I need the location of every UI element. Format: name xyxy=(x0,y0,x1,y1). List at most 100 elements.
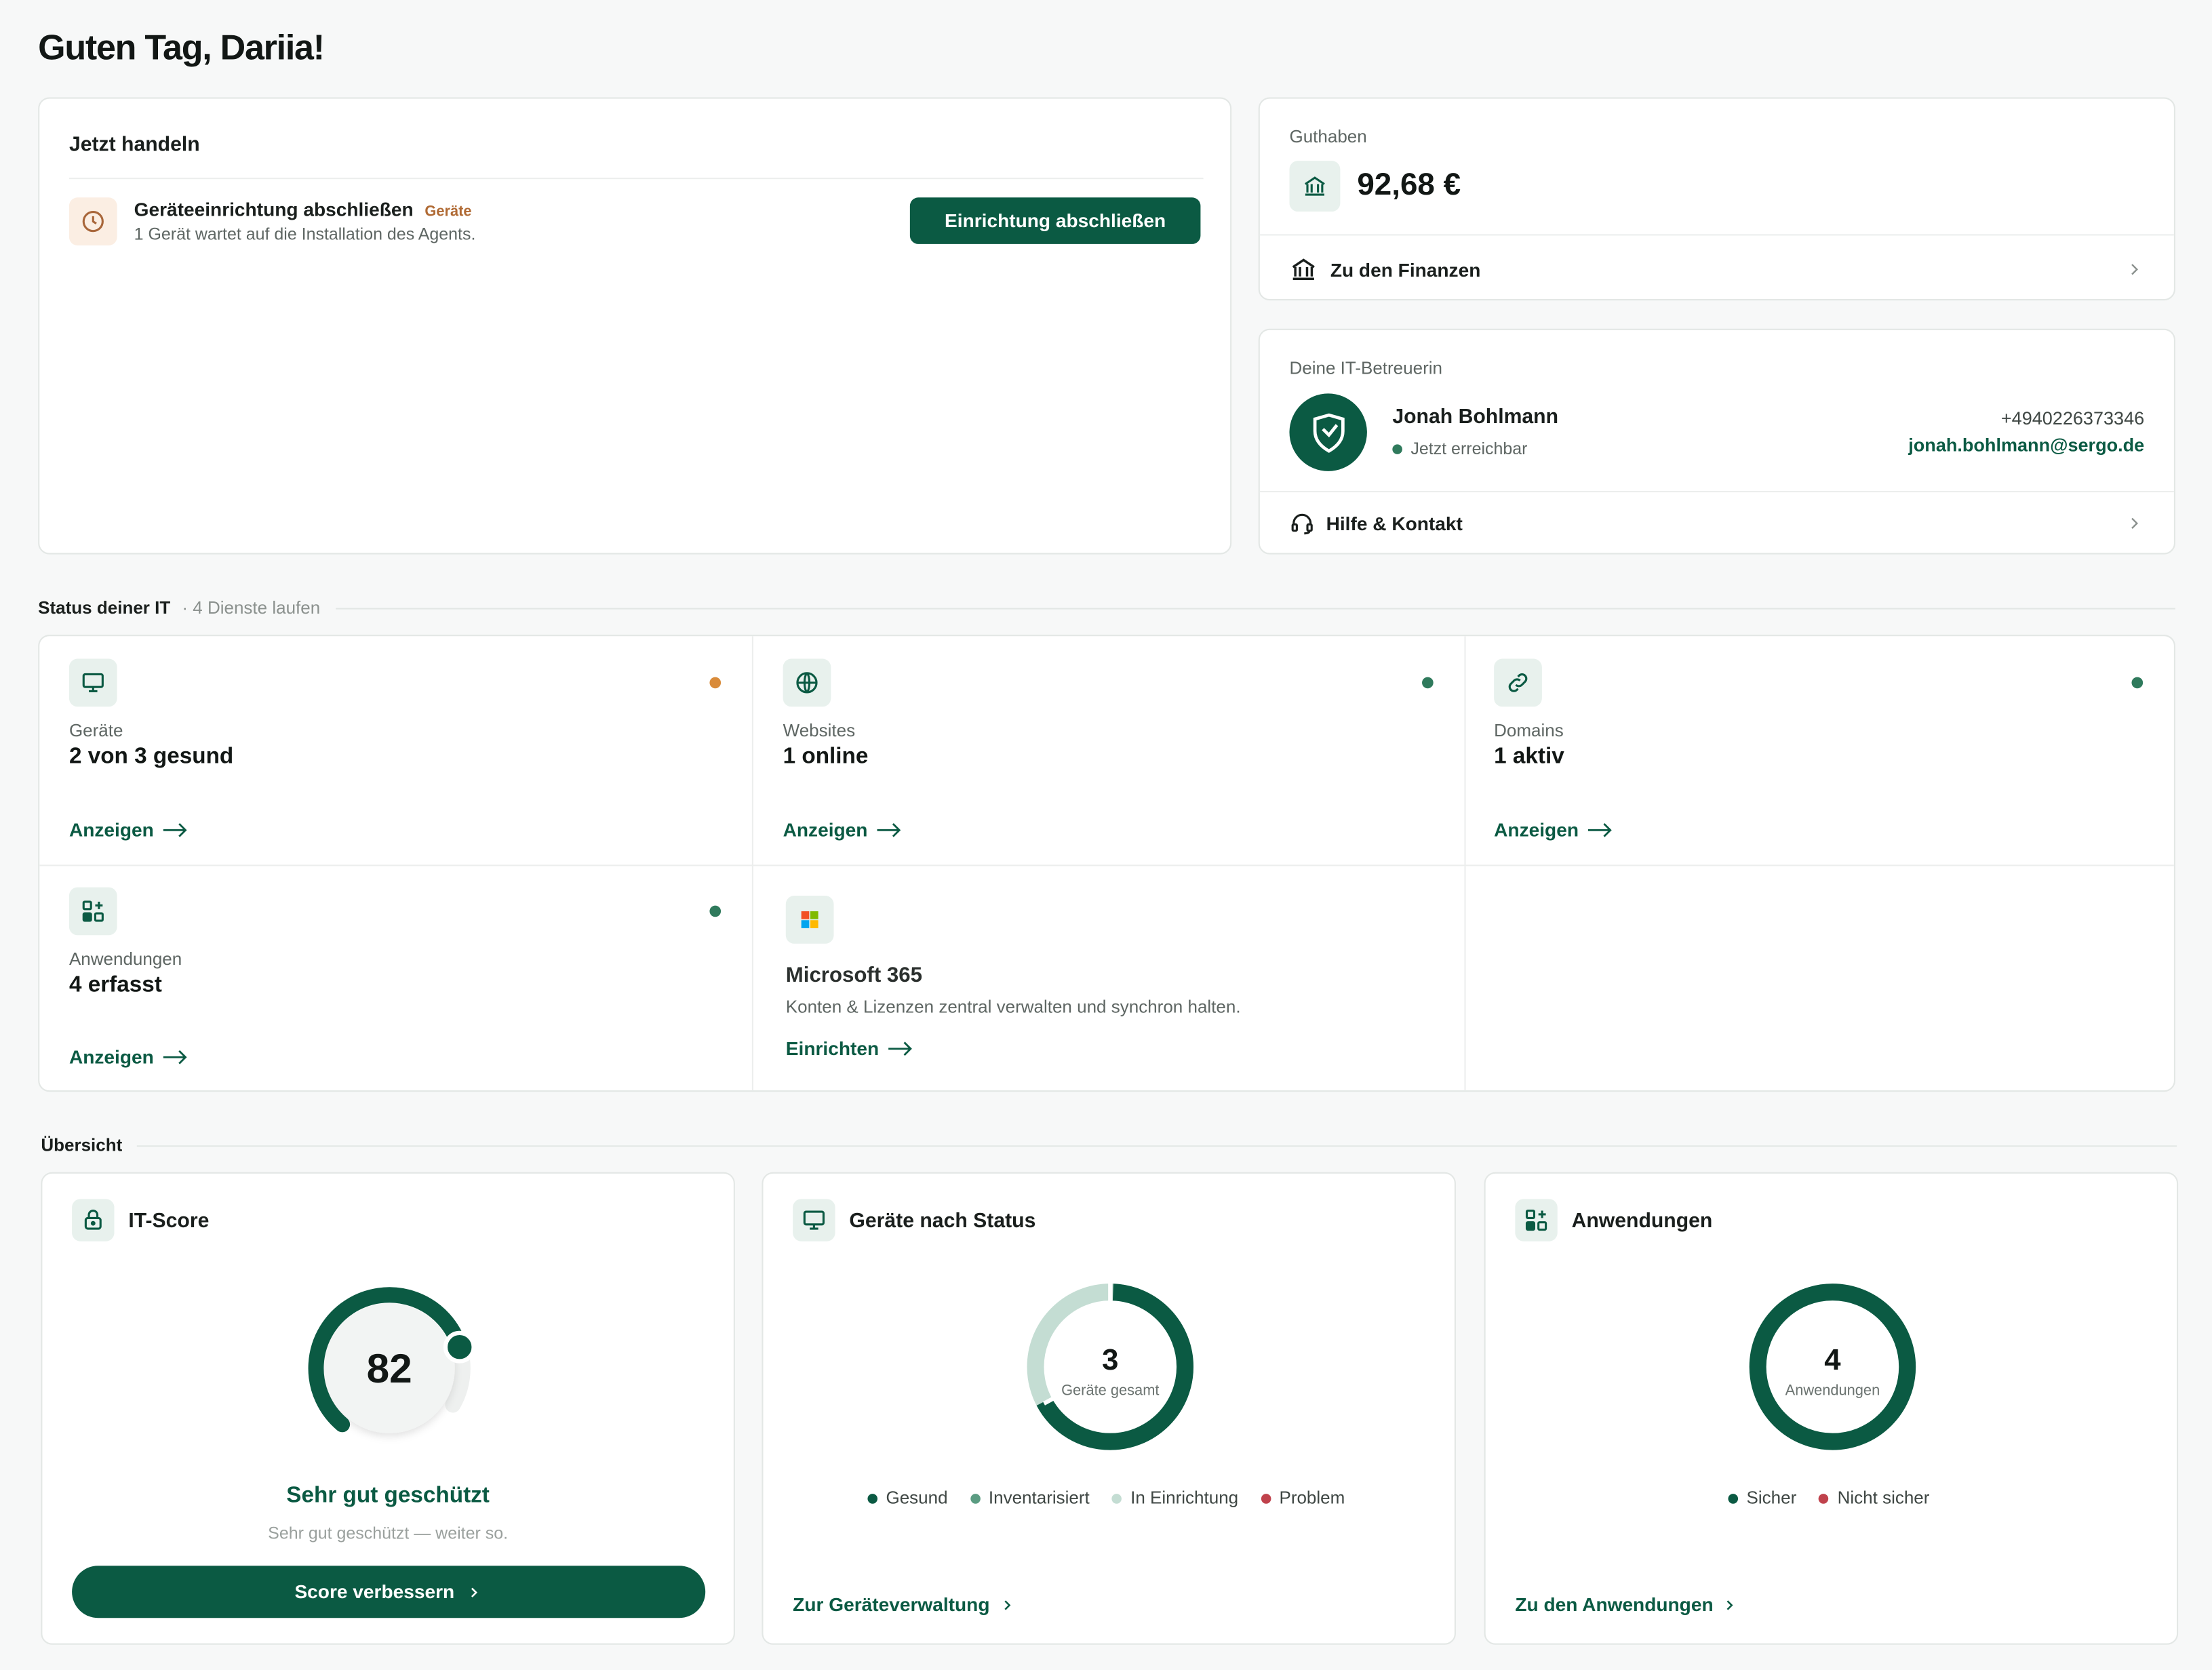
monitor-icon xyxy=(68,658,117,707)
arrow-right-icon xyxy=(163,822,187,837)
greeting-heading: Guten Tag, Dariia! xyxy=(38,28,325,68)
link-label: Anzeigen xyxy=(68,819,154,841)
apps-total-label: Anwendungen xyxy=(1785,1382,1880,1399)
improve-score-label: Score verbessern xyxy=(294,1581,455,1603)
divider xyxy=(68,178,1204,180)
headset-icon xyxy=(1289,511,1314,536)
action-card-title: Jetzt handeln xyxy=(68,134,200,157)
it-score-card: IT-Score 82 Sehr gut geschützt Sehr gut … xyxy=(41,1172,735,1645)
status-dot-ok xyxy=(2131,677,2144,689)
websites-show-link[interactable]: Anzeigen xyxy=(783,820,902,841)
score-note: Sehr gut geschützt — weiter so. xyxy=(268,1523,509,1543)
status-grid: Geräte 2 von 3 gesund Anzeigen Websites … xyxy=(38,635,2175,1092)
apps-donut: 4 Anwendungen xyxy=(1749,1284,1916,1450)
devices-total-label: Geräte gesamt xyxy=(1061,1382,1159,1399)
section-divider xyxy=(336,608,2175,610)
finance-link-label: Zu den Finanzen xyxy=(1330,258,1481,280)
tile-label: Geräte xyxy=(68,721,123,741)
score-verdict: Sehr gut geschützt xyxy=(286,1484,490,1508)
arrow-right-icon xyxy=(163,1050,187,1065)
devices-legend: Gesund Inventarisiert In Einrichtung Pro… xyxy=(867,1488,1345,1508)
divider xyxy=(1259,490,2174,493)
link-label: Anzeigen xyxy=(783,819,868,841)
legend-item: In Einrichtung xyxy=(1112,1488,1238,1508)
action-item-title: Geräteeinrichtung abschließen xyxy=(134,199,414,220)
legend-item: Gesund xyxy=(867,1488,948,1508)
tile-label: Domains xyxy=(1494,721,1564,741)
legend-item: Inventarisiert xyxy=(970,1488,1090,1508)
bank-icon xyxy=(1289,161,1341,212)
arrow-right-icon xyxy=(888,1041,912,1056)
help-contact-label: Hilfe & Kontakt xyxy=(1326,513,1463,534)
contact-status: Jetzt erreichbar xyxy=(1392,439,1527,458)
link-icon xyxy=(1494,658,1542,707)
action-item-desc: 1 Gerät wartet auf die Installation des … xyxy=(134,224,476,244)
legend-item: Problem xyxy=(1261,1488,1345,1508)
chevron-right-icon xyxy=(1727,1599,1734,1610)
status-tile-devices: Geräte 2 von 3 gesund Anzeigen xyxy=(39,636,752,864)
devices-total: 3 xyxy=(1102,1343,1118,1376)
arrow-right-icon xyxy=(1588,822,1612,837)
contact-card: Deine IT-Betreuerin Jonah Bohlmann Jetzt… xyxy=(1258,328,2175,555)
legend-item: Sicher xyxy=(1728,1488,1796,1508)
avatar xyxy=(1289,393,1367,471)
link-label: Zur Geräteverwaltung xyxy=(793,1593,990,1616)
chevron-right-icon xyxy=(2125,260,2144,279)
divider xyxy=(1259,234,2174,236)
balance-card: Guthaben 92,68 € Zu den Finanzen xyxy=(1258,97,2175,301)
tile-value: 1 aktiv xyxy=(1494,744,1564,769)
help-contact-link[interactable]: Hilfe & Kontakt xyxy=(1289,508,2144,539)
status-tile-domains: Domains 1 aktiv Anzeigen xyxy=(1466,636,2174,864)
apps-show-link[interactable]: Anzeigen xyxy=(69,1047,188,1068)
status-dot-warning xyxy=(709,677,722,689)
score-value: 82 xyxy=(367,1345,412,1391)
score-gauge-knob xyxy=(443,1330,476,1364)
apps-card: Anwendungen 4 Anwendungen Sicher Nicht s… xyxy=(1484,1172,2179,1645)
domains-show-link[interactable]: Anzeigen xyxy=(1494,820,1613,841)
contact-status-label: Jetzt erreichbar xyxy=(1410,439,1528,459)
microsoft-logo-icon xyxy=(785,896,834,944)
online-dot xyxy=(1392,443,1402,454)
balance-amount: 92,68 € xyxy=(1357,166,1461,202)
overview-section-title: Übersicht xyxy=(41,1135,123,1155)
status-dot-ok xyxy=(1422,677,1434,689)
action-item-heading: Geräteeinrichtung abschließen Geräte xyxy=(134,199,472,220)
contact-label: Deine IT-Betreuerin xyxy=(1289,358,1442,378)
it-score-title: IT-Score xyxy=(128,1210,210,1233)
devices-donut: 3 Geräte gesamt xyxy=(1027,1282,1194,1450)
link-label: Zu den Anwendungen xyxy=(1515,1593,1714,1616)
tile-label: Websites xyxy=(783,721,856,741)
status-section-title: Status deiner IT xyxy=(38,598,171,618)
balance-label: Guthaben xyxy=(1289,127,1367,147)
ms365-setup-link[interactable]: Einrichten xyxy=(786,1038,913,1059)
status-section-subtitle: · 4 Dienste laufen xyxy=(182,598,321,618)
link-label: Einrichten xyxy=(785,1038,880,1060)
tile-label: Anwendungen xyxy=(68,949,182,970)
apps-overview-link[interactable]: Zu den Anwendungen xyxy=(1515,1594,1739,1615)
ms365-desc: Konten & Lizenzen zentral verwalten und … xyxy=(785,997,1241,1017)
globe-icon xyxy=(783,658,831,707)
contact-phone[interactable]: +4940226373346 xyxy=(1862,407,2144,429)
tile-value: 1 online xyxy=(783,744,869,769)
apps-legend: Sicher Nicht sicher xyxy=(1728,1488,1929,1508)
action-item-tag: Geräte xyxy=(424,203,472,220)
status-tile-apps: Anwendungen 4 erfasst Anzeigen xyxy=(39,866,752,1090)
devices-status-title: Geräte nach Status xyxy=(849,1210,1036,1233)
action-card: Jetzt handeln Geräteeinrichtung abschlie… xyxy=(38,97,1232,555)
improve-score-button[interactable]: Score verbessern xyxy=(72,1566,706,1618)
contact-email[interactable]: jonah.bohlmann@sergo.de xyxy=(1806,435,2144,456)
devices-show-link[interactable]: Anzeigen xyxy=(69,820,188,841)
legend-item: Nicht sicher xyxy=(1819,1488,1929,1508)
score-gauge: 82 xyxy=(308,1287,476,1433)
arrow-right-icon xyxy=(877,822,901,837)
devices-status-card: Geräte nach Status 3 Geräte gesamt Gesun… xyxy=(762,1172,1456,1645)
bank-icon xyxy=(1289,256,1318,284)
finish-setup-button[interactable]: Einrichtung abschließen xyxy=(909,197,1201,244)
ms365-title: Microsoft 365 xyxy=(785,963,922,988)
finance-link[interactable]: Zu den Finanzen xyxy=(1289,254,2144,285)
apps-icon xyxy=(68,887,117,936)
apps-title: Anwendungen xyxy=(1571,1210,1713,1233)
dashboard: Guten Tag, Dariia! Jetzt handeln Gerätee… xyxy=(0,0,2212,1670)
device-management-link[interactable]: Zur Geräteverwaltung xyxy=(793,1594,1015,1615)
chevron-right-icon xyxy=(2125,513,2144,533)
